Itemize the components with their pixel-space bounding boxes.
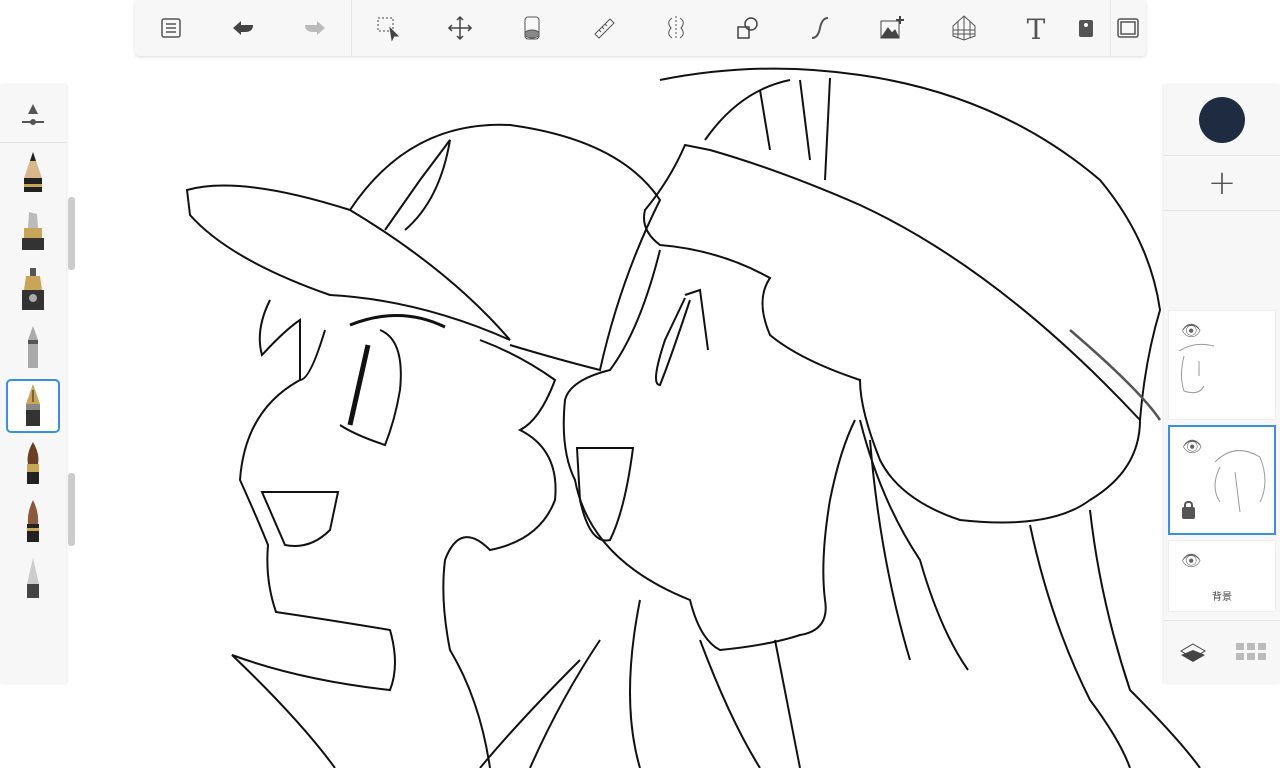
brush-ballpoint[interactable] (6, 321, 60, 375)
paint-bucket-icon (524, 16, 540, 40)
color-picker-button[interactable] (1072, 0, 1102, 56)
text-tool[interactable]: T (1000, 0, 1072, 56)
brush-palette (0, 85, 66, 683)
redo-button[interactable] (279, 0, 351, 56)
curve-tool[interactable] (784, 0, 856, 56)
brush-airbrush[interactable] (6, 263, 60, 317)
brush-scrollbar[interactable] (68, 197, 75, 270)
layers-panel: + 👁 👁 👁 背景 (1164, 85, 1280, 683)
brush-marker[interactable] (6, 205, 60, 259)
grid-icon[interactable] (1235, 641, 1266, 663)
layer-1[interactable]: 👁 (1168, 310, 1276, 420)
fill-tool[interactable] (496, 0, 568, 56)
eye-icon[interactable]: 👁 (1182, 437, 1202, 456)
brush-size-slider[interactable] (0, 85, 66, 143)
add-layer-button[interactable]: + (1164, 155, 1280, 211)
brush-brush-pen[interactable] (6, 495, 60, 549)
brush-pen-icon (27, 500, 39, 542)
brush-scrollbar-secondary[interactable] (68, 473, 75, 546)
move-icon (447, 15, 472, 41)
brush-properties-icon (22, 103, 44, 125)
layer-2[interactable]: 👁 (1168, 425, 1276, 535)
top-toolbar: T (135, 0, 1146, 56)
ruler-tool[interactable] (568, 0, 640, 56)
fountain-pen-icon (26, 384, 40, 426)
layer-thumbnail (1214, 450, 1266, 513)
svg-text:T: T (1026, 14, 1045, 42)
perspective-grid-icon (952, 15, 976, 41)
curve-icon (811, 17, 828, 39)
paintbrush-icon (27, 442, 39, 484)
color-swatch-icon (1078, 20, 1093, 37)
selection-icon (377, 17, 399, 42)
layer-name: 背景 (1212, 592, 1232, 603)
brush-ink-pen[interactable] (6, 379, 60, 433)
eye-icon[interactable]: 👁 (1181, 551, 1201, 570)
brush-pencil[interactable] (6, 147, 60, 201)
text-icon: T (1026, 14, 1045, 42)
layer-thumbnail (1178, 343, 1215, 394)
layers-icon[interactable] (1179, 638, 1207, 666)
transform-tool[interactable] (424, 0, 496, 56)
fullscreen-icon (1117, 18, 1139, 38)
lock-icon[interactable] (1182, 501, 1195, 519)
undo-button[interactable] (207, 0, 279, 56)
shapes-icon (736, 17, 758, 39)
brush-paintbrush[interactable] (6, 437, 60, 491)
ruler-icon (593, 18, 615, 39)
pencil-icon (24, 152, 42, 192)
color-button[interactable] (1199, 97, 1245, 143)
layer-list-button[interactable] (135, 0, 207, 56)
import-image-button[interactable] (856, 0, 928, 56)
brush-smudge[interactable] (6, 553, 60, 607)
symmetry-tool[interactable] (640, 0, 712, 56)
symmetry-icon (667, 16, 684, 40)
airbrush-icon (22, 268, 44, 310)
add-image-icon (879, 16, 904, 39)
undo-icon (233, 21, 253, 35)
drawing-canvas[interactable] (0, 0, 1280, 768)
perspective-tool[interactable] (928, 0, 1000, 56)
layer-background[interactable]: 👁 背景 (1168, 540, 1276, 612)
list-icon (161, 18, 181, 38)
smudge-icon (27, 558, 39, 598)
selection-tool[interactable] (352, 0, 424, 56)
marker-icon (22, 212, 44, 250)
ballpoint-icon (28, 326, 38, 368)
shapes-tool[interactable] (712, 0, 784, 56)
fullscreen-button[interactable] (1110, 0, 1146, 56)
redo-icon (305, 21, 325, 35)
